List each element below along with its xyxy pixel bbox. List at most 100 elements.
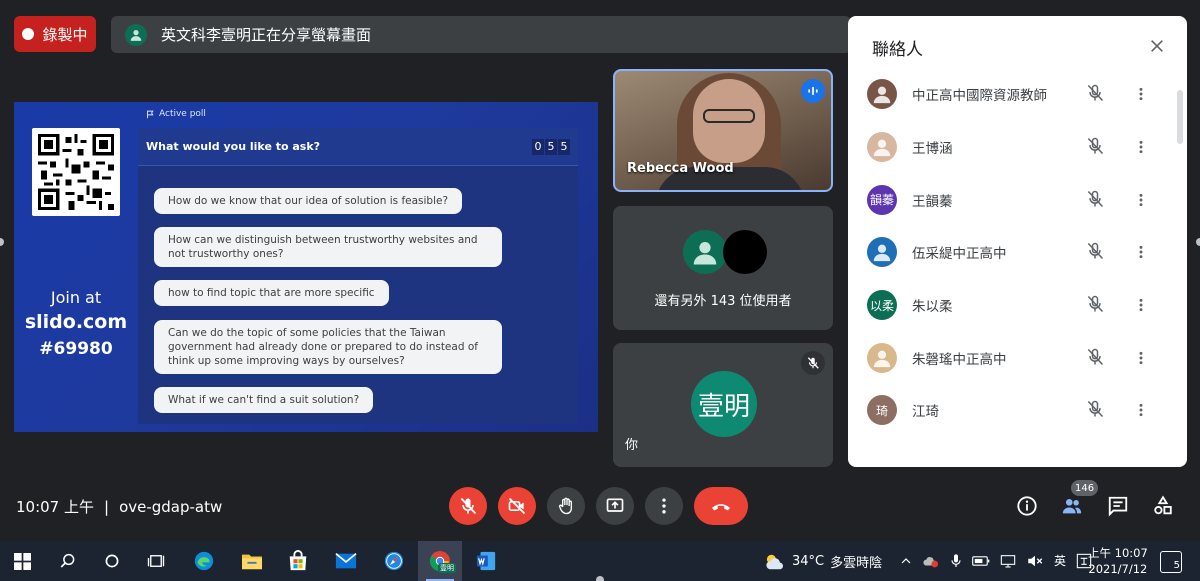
more-vert-icon[interactable] xyxy=(1132,241,1150,263)
avatar xyxy=(867,79,897,110)
other-participants-tile[interactable]: 還有另外 143 位使用者 xyxy=(613,206,833,330)
present-button[interactable] xyxy=(596,487,634,525)
chat-button[interactable] xyxy=(1104,492,1132,520)
activities-button[interactable] xyxy=(1149,492,1177,520)
mic-off-icon[interactable] xyxy=(1085,399,1107,421)
avatar xyxy=(867,237,897,268)
speaker-tile[interactable]: Rebecca Wood xyxy=(613,69,833,192)
camera-off-icon xyxy=(508,497,526,515)
qr-code-icon xyxy=(38,134,114,210)
avatar xyxy=(723,230,767,274)
join-code: #69980 xyxy=(39,339,113,359)
weather-text: 多雲時陰 xyxy=(830,556,883,571)
mic-off-icon[interactable] xyxy=(1085,347,1107,369)
mic-off-icon[interactable] xyxy=(1085,189,1107,211)
avatar xyxy=(867,342,897,373)
battery-icon[interactable] xyxy=(972,554,990,568)
network-icon[interactable] xyxy=(1000,554,1016,568)
task-view-icon[interactable] xyxy=(142,547,170,575)
microsoft-store-icon[interactable] xyxy=(284,547,312,575)
list-item[interactable]: 王博涵 xyxy=(848,121,1178,174)
question-bubble: how to find topic that are more specific xyxy=(154,280,389,306)
notification-center-icon[interactable]: 5 xyxy=(1160,551,1182,573)
people-button[interactable] xyxy=(1058,492,1086,520)
share-banner: 英文科李壹明正在分享螢幕畫面 xyxy=(111,16,851,53)
list-item[interactable]: 韻蓁 王韻蓁 xyxy=(848,173,1178,226)
mic-off-icon[interactable] xyxy=(1085,83,1107,105)
join-site: slido.com xyxy=(24,311,128,333)
list-item[interactable]: 伍采緹中正高中 xyxy=(848,226,1178,279)
more-options-button[interactable] xyxy=(645,487,683,525)
participant-name: 伍采緹中正高中 xyxy=(912,246,1007,263)
more-vert-icon[interactable] xyxy=(1132,189,1150,211)
self-avatar: 壹明 xyxy=(691,371,757,437)
shared-screen[interactable]: Join at slido.com #69980 Active poll Wha… xyxy=(14,102,598,432)
meeting-code: ove-gdap-atw xyxy=(119,497,223,516)
camera-button[interactable] xyxy=(498,487,536,525)
more-vert-icon[interactable] xyxy=(1132,347,1150,369)
more-vert-icon[interactable] xyxy=(1132,399,1150,421)
weather-widget[interactable]: 34°C 多雲時陰 xyxy=(764,552,882,571)
taskbar-clock[interactable]: 上午 10:07 2021/7/12 xyxy=(1088,545,1148,577)
meeting-details-button[interactable] xyxy=(1013,492,1041,520)
cortana-icon[interactable] xyxy=(98,547,126,575)
meeting-time: 10:07 上午 xyxy=(16,498,94,516)
edge-marker-icon xyxy=(596,576,604,581)
search-icon[interactable] xyxy=(54,547,82,575)
presenter-avatar xyxy=(125,23,147,46)
present-screen-icon xyxy=(606,498,624,512)
participant-count-badge: 146 xyxy=(1071,480,1099,496)
list-item-partial xyxy=(848,48,1178,68)
counter-digit: 0 xyxy=(532,138,544,155)
poll-header: What would you like to ask? 0 5 5 xyxy=(138,128,578,166)
separator: | xyxy=(104,497,110,516)
list-item[interactable]: 琦江琦 xyxy=(848,384,1178,437)
volume-muted-icon[interactable] xyxy=(1026,553,1044,569)
more-vert-icon[interactable] xyxy=(1132,83,1150,105)
avatar-stack xyxy=(683,230,767,274)
hand-icon xyxy=(558,497,572,515)
poll-tag-label: Active poll xyxy=(159,109,206,119)
edge-browser-icon[interactable] xyxy=(190,547,218,575)
cloud-sync-icon[interactable] xyxy=(922,553,940,569)
chevron-up-icon[interactable] xyxy=(900,555,912,567)
recording-label: 錄製中 xyxy=(42,25,88,44)
mail-icon[interactable] xyxy=(332,547,360,575)
active-poll-tag: Active poll xyxy=(146,109,206,119)
more-vert-icon[interactable] xyxy=(1132,294,1150,316)
participant-name: 中正高中國際資源教師 xyxy=(912,88,1047,105)
list-item[interactable]: 以柔 朱以柔 xyxy=(848,279,1178,332)
microphone-tray-icon[interactable] xyxy=(950,553,962,569)
system-tray: 英 xyxy=(900,552,1092,569)
leave-call-button[interactable] xyxy=(694,487,748,525)
raise-hand-button[interactable] xyxy=(547,487,585,525)
word-icon[interactable] xyxy=(472,547,500,575)
others-count-text: 還有另外 143 位使用者 xyxy=(654,294,792,309)
windows-start-icon[interactable] xyxy=(8,547,36,575)
safari-icon[interactable] xyxy=(380,547,408,575)
counter-digit: 5 xyxy=(558,138,570,155)
list-item[interactable]: 朱磬瑤中正高中 xyxy=(848,331,1178,384)
mic-off-icon[interactable] xyxy=(1085,136,1107,158)
avatar xyxy=(683,230,727,274)
avatar: 以柔 xyxy=(867,290,897,321)
person-icon xyxy=(130,29,142,41)
weather-temp: 34°C xyxy=(792,554,825,569)
poll-question: What would you like to ask? xyxy=(146,140,321,153)
question-bubble: What if we can't find a suit solution? xyxy=(154,387,374,413)
ime-indicator[interactable]: 英 xyxy=(1054,552,1066,569)
microphone-button[interactable] xyxy=(449,487,487,525)
share-banner-text: 英文科李壹明正在分享螢幕畫面 xyxy=(161,26,372,44)
list-item[interactable]: 中正高中國際資源教師 xyxy=(848,68,1178,121)
activities-icon xyxy=(1154,495,1172,515)
question-bubble: Can we do the topic of some policies tha… xyxy=(154,320,502,374)
mic-off-icon[interactable] xyxy=(1085,294,1107,316)
qr-code xyxy=(32,128,120,216)
more-vert-icon[interactable] xyxy=(1132,136,1150,158)
file-explorer-icon[interactable] xyxy=(238,547,266,575)
recording-badge: 錄製中 xyxy=(14,16,96,52)
join-line: Join at xyxy=(50,288,102,307)
chrome-profile-badge: 壹明 xyxy=(438,563,456,573)
self-tile[interactable]: 壹明 你 xyxy=(613,343,833,467)
mic-off-icon[interactable] xyxy=(1085,241,1107,263)
